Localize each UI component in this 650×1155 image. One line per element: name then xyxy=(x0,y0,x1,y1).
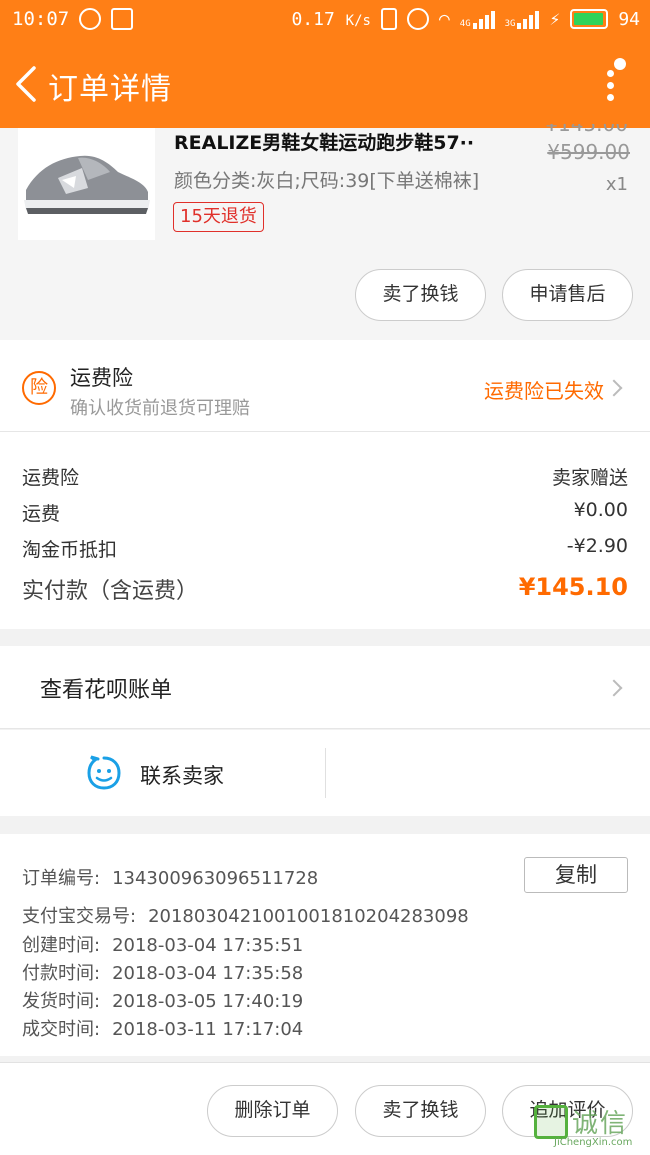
app-notification-icon xyxy=(79,8,102,30)
page-title: 订单详情 xyxy=(48,72,172,107)
image-notification-icon xyxy=(111,8,134,30)
more-options-icon[interactable] xyxy=(600,58,626,110)
order-number-label: 订单编号: xyxy=(22,868,101,889)
contact-seller-button[interactable]: 联系卖家 xyxy=(0,730,326,816)
fee-row-insurance: 运费险 卖家赠送 xyxy=(22,463,628,493)
vibrate-icon xyxy=(380,8,397,30)
chat-smile-icon xyxy=(87,755,121,790)
chevron-right-icon xyxy=(605,379,623,397)
charging-icon: ⚡ xyxy=(549,8,561,30)
fee-label: 运费 xyxy=(22,503,61,525)
fee-row-shipping: 运费 ¥0.00 xyxy=(22,499,628,529)
watermark-url: JiChengXin.com xyxy=(554,1137,633,1148)
order-number: 134300963096511728 xyxy=(112,868,319,889)
watermark-text: 诚信 xyxy=(572,1109,629,1139)
battery-fill xyxy=(574,13,603,25)
alipay-number: 2018030421001001810204283098 xyxy=(148,906,469,927)
copy-button[interactable]: 复制 xyxy=(524,857,628,893)
shipping-insurance-row[interactable]: 险 运费险 确认收货前退货可理赔 运费险已失效 xyxy=(0,340,650,432)
sell-button-bottom[interactable]: 卖了换钱 xyxy=(355,1085,486,1137)
watermark-icon xyxy=(534,1105,568,1139)
sell-button[interactable]: 卖了换钱 xyxy=(355,269,486,321)
header: 订单详情 xyxy=(0,48,650,118)
fee-row-coin-discount: 淘金币抵扣 -¥2.90 xyxy=(22,535,628,565)
notification-dot-icon xyxy=(614,58,626,70)
watermark-logo: 诚信 JiChengXin.com xyxy=(534,1101,646,1151)
shipped-time-row: 发货时间: 2018-03-05 17:40:19 xyxy=(22,987,303,1013)
completed-time-row: 成交时间: 2018-03-11 17:17:04 xyxy=(22,1015,303,1041)
alipay-label: 支付宝交易号: xyxy=(22,906,137,927)
sneaker-image xyxy=(24,155,150,214)
total-value: ¥145.10 xyxy=(518,573,628,601)
paid-label: 付款时间: xyxy=(22,963,101,984)
fee-label: 淘金币抵扣 xyxy=(22,539,118,561)
shipped-label: 发货时间: xyxy=(22,991,101,1012)
wifi-icon: ◠ xyxy=(438,8,450,30)
product-sku: 颜色分类:灰白;尺码:39[下单送棉袜] xyxy=(174,170,480,192)
alipay-trade-row: 支付宝交易号: 2018030421001001810204283098 xyxy=(22,902,469,928)
order-info: 订单编号: 134300963096511728 复制 支付宝交易号: 201803… xyxy=(0,834,650,1056)
contact-seller-label: 联系卖家 xyxy=(140,764,224,788)
insurance-subtitle: 确认收货前退货可理赔 xyxy=(70,398,250,419)
back-arrow-icon[interactable] xyxy=(12,64,42,104)
shipped-time: 2018-03-05 17:40:19 xyxy=(112,991,304,1012)
delete-order-button[interactable]: 删除订单 xyxy=(207,1085,338,1137)
battery-icon xyxy=(570,9,609,29)
aftersale-button[interactable]: 申请售后 xyxy=(502,269,633,321)
fee-label: 运费险 xyxy=(22,467,80,489)
signal-3g-icon: 3G xyxy=(505,9,540,29)
order-number-row: 订单编号: 134300963096511728 xyxy=(22,864,318,890)
insurance-status: 运费险已失效 xyxy=(484,379,604,403)
product-card[interactable]: ¥145.00 REALIZE男鞋女鞋运动跑步鞋57·· ¥599.00 颜色分… xyxy=(0,124,650,340)
divider xyxy=(325,748,326,798)
created-label: 创建时间: xyxy=(22,935,101,956)
created-time-row: 创建时间: 2018-03-04 17:35:51 xyxy=(22,931,303,957)
fee-value: -¥2.90 xyxy=(566,535,628,557)
paid-time-row: 付款时间: 2018-03-04 17:35:58 xyxy=(22,959,303,985)
chevron-right-icon xyxy=(605,679,623,697)
battery-level: 94 xyxy=(618,8,640,30)
insurance-icon: 险 xyxy=(22,371,56,405)
fee-value: 卖家赠送 xyxy=(551,467,628,489)
paid-time: 2018-03-04 17:35:58 xyxy=(112,963,304,984)
fee-summary: 运费险 卖家赠送 运费 ¥0.00 淘金币抵扣 -¥2.90 实付款（含运费） … xyxy=(0,432,650,629)
total-label: 实付款（含运费） xyxy=(22,579,199,604)
status-bar: 10:07 0.17 K/s ◠ 4G 3G ⚡ 94 xyxy=(0,0,650,40)
created-time: 2018-03-04 17:35:51 xyxy=(112,935,304,956)
insurance-title: 运费险 xyxy=(70,366,133,390)
contact-bar: 联系卖家 xyxy=(0,730,650,816)
app-header-bar: 10:07 0.17 K/s ◠ 4G 3G ⚡ 94 订单详情 xyxy=(0,0,650,128)
huabei-bill-row[interactable]: 查看花呗账单 xyxy=(0,646,650,729)
product-quantity: x1 xyxy=(605,174,628,195)
huabei-label: 查看花呗账单 xyxy=(40,678,173,703)
fee-value: ¥0.00 xyxy=(573,499,628,521)
product-original-price: ¥599.00 xyxy=(547,140,630,164)
product-title[interactable]: REALIZE男鞋女鞋运动跑步鞋57·· xyxy=(174,128,474,155)
product-image[interactable] xyxy=(18,128,155,240)
total-paid-row: 实付款（含运费） ¥145.10 xyxy=(22,573,628,604)
completed-time: 2018-03-11 17:17:04 xyxy=(112,1019,304,1040)
signal-4g-icon: 4G xyxy=(460,9,495,29)
network-speed: 0.17 K/s xyxy=(291,8,371,30)
alarm-icon xyxy=(406,8,429,30)
refund-badge: 15天退货 xyxy=(173,202,264,232)
completed-label: 成交时间: xyxy=(22,1019,101,1040)
status-time: 10:07 xyxy=(12,8,70,30)
